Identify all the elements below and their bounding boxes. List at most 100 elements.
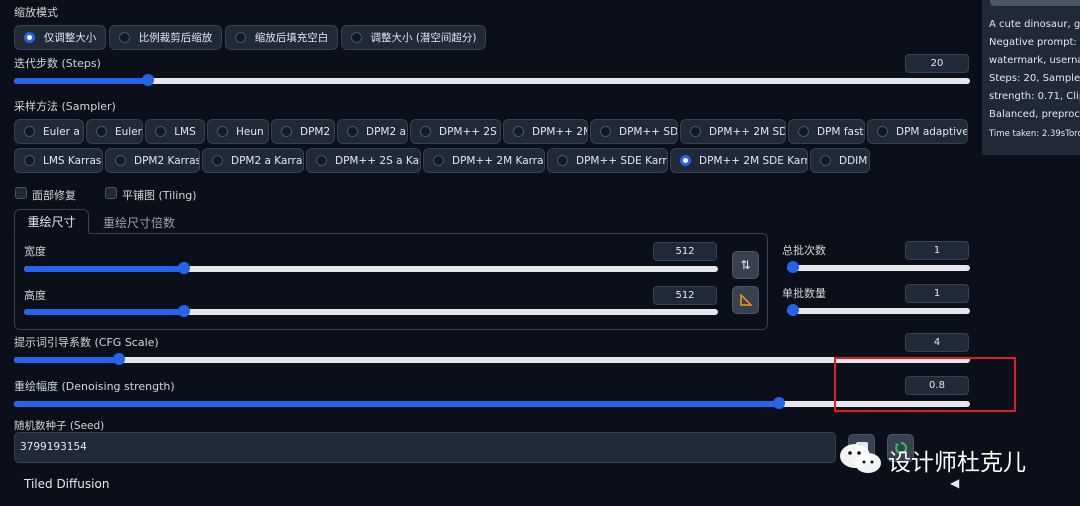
slider-thumb[interactable] <box>177 262 190 274</box>
resize-mode-option-label: 调整大小 (潜空间超分) <box>370 32 477 44</box>
sampler-option-label: DPM++ 2M Karras <box>452 154 545 167</box>
sampler-option-label: DPM2 a <box>366 125 406 138</box>
info-line: watermark, usernan <box>989 55 1080 66</box>
tab-resize-to[interactable]: 重绘尺寸 <box>14 209 89 234</box>
sampler-option-label: LMS Karras <box>43 154 102 167</box>
seed-input[interactable]: 3799193154 <box>14 432 836 463</box>
sampler-option[interactable]: LMS Karras <box>14 148 103 173</box>
sampler-label: 采样方法 (Sampler) <box>14 100 116 113</box>
sampler-option[interactable]: DPM++ SDE <box>590 119 678 144</box>
cfg-input[interactable]: 4 <box>905 333 969 352</box>
info-line: A cute dinosaur, gre <box>989 19 1080 30</box>
sampler-option-label: DPM++ SDE Karras <box>576 154 667 167</box>
radio-icon <box>119 32 130 43</box>
sampler-option-label: DPM adaptive <box>896 125 968 138</box>
sampler-option[interactable]: DPM++ 2M <box>503 119 588 144</box>
radio-icon <box>351 32 362 43</box>
resize-mode-option[interactable]: 比例裁剪后缩放 <box>109 25 222 50</box>
resize-mode-option[interactable]: 调整大小 (潜空间超分) <box>341 25 486 50</box>
sampler-option[interactable]: Euler <box>86 119 143 144</box>
restore-faces-checkbox[interactable] <box>15 187 27 199</box>
sampler-option-label: DPM++ 2S a <box>439 125 501 138</box>
radio-icon <box>347 126 358 137</box>
resize-mode-option-label: 仅调整大小 <box>43 32 97 44</box>
batch-count-label: 总批次数 <box>782 244 826 257</box>
seed-label: 随机数种子 (Seed) <box>14 420 105 432</box>
sampler-option[interactable]: Euler a <box>14 119 84 144</box>
radio-icon <box>433 155 444 166</box>
aspect-ratio-icon[interactable] <box>732 286 759 314</box>
batch-size-label: 单批数量 <box>782 287 826 300</box>
sampler-option[interactable]: DPM++ 2S a <box>410 119 501 144</box>
slider-thumb[interactable] <box>141 74 154 86</box>
info-panel-button-edge <box>990 0 1080 6</box>
slider-fill <box>14 357 120 363</box>
radio-icon <box>420 126 431 137</box>
slider-thumb[interactable] <box>772 397 785 409</box>
sampler-option[interactable]: DPM++ 2M SDE <box>680 119 786 144</box>
radio-icon <box>24 126 35 137</box>
sampler-option[interactable]: DPM adaptive <box>867 119 968 144</box>
height-slider[interactable] <box>24 305 718 317</box>
tab-resize-by[interactable]: 重绘尺寸倍数 <box>103 214 175 231</box>
height-label: 高度 <box>24 289 46 302</box>
sampler-option[interactable]: DPM2 a Karras <box>202 148 304 173</box>
sampler-option[interactable]: DPM2 Karras <box>105 148 200 173</box>
radio-icon <box>235 32 246 43</box>
steps-slider[interactable] <box>14 74 970 86</box>
radio-icon <box>155 126 166 137</box>
batch-count-input[interactable]: 1 <box>905 241 969 260</box>
sampler-option-label: DPM fast <box>817 125 864 138</box>
radio-icon <box>96 126 107 137</box>
denoise-slider[interactable] <box>14 397 970 409</box>
slider-fill <box>24 266 184 272</box>
sampler-option[interactable]: DPM++ 2S a Karras <box>306 148 421 173</box>
radio-icon <box>820 155 831 166</box>
collapse-arrow-icon[interactable]: ◀ <box>950 476 959 490</box>
batch-size-input[interactable]: 1 <box>905 284 969 303</box>
sampler-option-label: DDIM <box>839 154 868 167</box>
cfg-slider[interactable] <box>14 353 970 365</box>
radio-icon <box>690 126 701 137</box>
radio-icon <box>680 155 691 166</box>
sampler-option[interactable]: DPM2 <box>271 119 335 144</box>
slider-thumb[interactable] <box>787 261 799 273</box>
resize-mode-option[interactable]: 缩放后填充空白 <box>225 25 338 50</box>
batch-size-slider[interactable] <box>787 304 970 316</box>
denoise-label: 重绘幅度 (Denoising strength) <box>14 380 175 393</box>
slider-thumb[interactable] <box>177 305 190 317</box>
sampler-option[interactable]: DDIM <box>810 148 870 173</box>
cfg-label: 提示词引导系数 (CFG Scale) <box>14 336 159 349</box>
steps-label: 迭代步数 (Steps) <box>14 57 101 70</box>
sampler-option-label: Heun <box>236 125 264 138</box>
radio-icon <box>316 155 327 166</box>
info-line: Balanced, preproces <box>989 109 1080 120</box>
sampler-option[interactable]: DPM2 a <box>337 119 408 144</box>
sampler-option-label: DPM++ 2M <box>532 125 588 138</box>
sampler-option[interactable]: DPM fast <box>788 119 865 144</box>
slider-thumb[interactable] <box>787 304 799 316</box>
resize-mode-label: 缩放模式 <box>14 6 58 19</box>
swap-dimensions-icon[interactable]: ⇅ <box>732 251 759 279</box>
slider-thumb[interactable] <box>113 353 126 365</box>
width-slider[interactable] <box>24 262 718 274</box>
batch-count-slider[interactable] <box>787 261 970 273</box>
sampler-option[interactable]: LMS <box>145 119 205 144</box>
steps-input[interactable]: 20 <box>905 54 969 73</box>
watermark-text: 设计师杜克儿 <box>888 450 1026 476</box>
resize-mode-option[interactable]: 仅调整大小 <box>14 25 106 50</box>
tiled-diffusion-header[interactable]: Tiled Diffusion <box>24 477 109 491</box>
sampler-option[interactable]: DPM++ SDE Karras <box>547 148 668 173</box>
sampler-option-label: DPM2 a Karras <box>231 154 304 167</box>
width-label: 宽度 <box>24 245 46 258</box>
generation-info-panel: A cute dinosaur, gre Negative prompt: (w w… <box>982 0 1080 155</box>
sampler-option[interactable]: DPM++ 2M Karras <box>423 148 545 173</box>
width-input[interactable]: 512 <box>653 242 717 261</box>
tiling-label: 平铺图 (Tiling) <box>122 189 197 202</box>
sampler-option[interactable]: DPM++ 2M SDE Karras <box>670 148 808 173</box>
sampler-option-label: DPM++ 2S a Karras <box>335 154 420 167</box>
info-line: strength: 0.71, Clip s <box>989 91 1080 102</box>
tiling-checkbox[interactable] <box>105 187 117 199</box>
sampler-option[interactable]: Heun <box>207 119 269 144</box>
height-input[interactable]: 512 <box>653 286 717 305</box>
